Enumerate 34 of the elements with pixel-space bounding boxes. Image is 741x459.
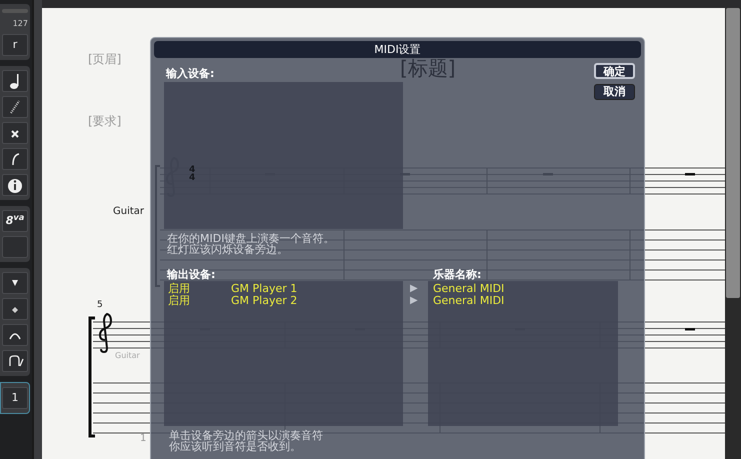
slider-track[interactable] — [2, 8, 28, 14]
time-signature-digit: 4 — [189, 166, 196, 174]
header-text: [页眉] — [88, 51, 122, 68]
instrument-name: Guitar — [115, 350, 140, 362]
treble-clef-icon — [96, 312, 114, 354]
status-text: 启用 — [168, 283, 191, 295]
requirements-text: [要求] — [88, 113, 122, 130]
instrument-name[interactable]: General MIDI — [433, 283, 613, 295]
scrollbar-thumb[interactable] — [726, 8, 740, 298]
hint-text: 在你的MIDI键盘上演奏一个音符。 — [167, 233, 336, 244]
instrument-name[interactable]: General MIDI — [433, 295, 613, 307]
hint-text: 单击设备旁边的箭头以演奏音符 — [169, 430, 324, 441]
hint-text: 你应该听到音符是否收到。 — [169, 441, 301, 452]
output-device-row[interactable]: 启用 GM Player 1 — [168, 283, 399, 295]
output-label: 输出设备: — [166, 268, 216, 281]
status-text: 启用 — [168, 295, 191, 307]
input-label: 输入设备: — [164, 67, 216, 80]
device-name: GM Player 1 — [231, 283, 298, 295]
palette-button[interactable]: 1 — [2, 387, 28, 409]
dialog-button[interactable]: 确定 — [594, 63, 635, 79]
hint-text: 红灯应该闪烁设备旁边。 — [167, 244, 289, 255]
tab-number: 1 — [140, 432, 146, 446]
output-device-row[interactable]: 启用 GM Player 2 — [168, 295, 399, 307]
dialog-title: MIDI设置 — [154, 41, 641, 58]
instrument-label: 乐器名称: — [432, 268, 482, 281]
bar-number: 5 — [97, 299, 103, 312]
time-signature-digit: 4 — [189, 174, 196, 182]
palette-button[interactable]: r — [2, 34, 28, 56]
octave-button[interactable]: 8$^{va}$ — [2, 210, 28, 232]
instrument-name: Guitar — [113, 205, 144, 219]
title-text: [标题] — [400, 55, 456, 82]
velocity-label: 127 — [12, 18, 29, 30]
device-name: GM Player 2 — [231, 295, 298, 307]
dialog-button[interactable]: 取消 — [594, 84, 635, 100]
